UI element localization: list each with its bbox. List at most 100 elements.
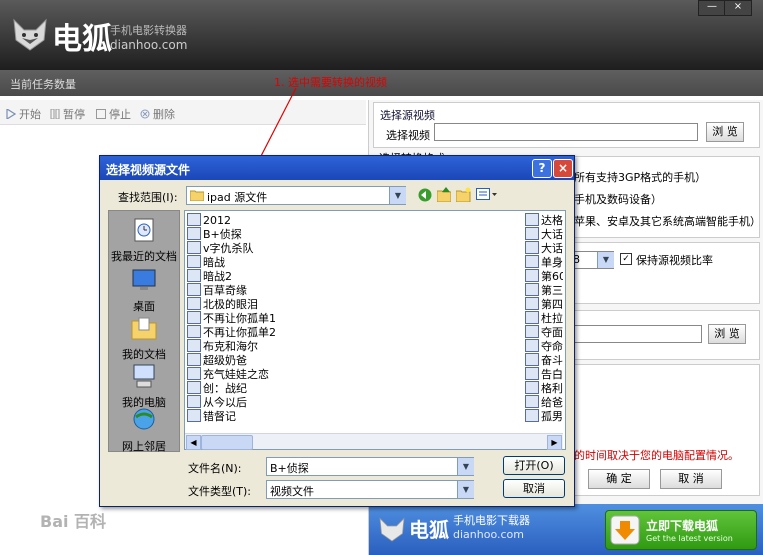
file-item[interactable]: 百草奇缘	[187, 283, 337, 297]
baidu-watermark: Bai 百科	[40, 512, 107, 531]
resolution-select[interactable]: 8 ▼	[570, 251, 614, 269]
video-file-icon	[187, 395, 201, 408]
scroll-right-icon[interactable]: ▶	[547, 435, 562, 450]
fox-logo-icon	[379, 517, 405, 542]
file-item[interactable]: 大话	[525, 241, 563, 255]
video-file-icon	[525, 213, 539, 226]
task-toolbar: 开始 暂停 停止 删除	[0, 100, 366, 125]
video-file-icon	[187, 339, 201, 352]
horizontal-scrollbar[interactable]: ◀ ▶	[185, 433, 563, 450]
file-item[interactable]: v字仇杀队	[187, 241, 337, 255]
file-item[interactable]: 给爸	[525, 395, 563, 409]
video-file-icon	[525, 395, 539, 408]
file-item[interactable]: 充气娃娃之恋	[187, 367, 337, 381]
file-column-2: 达格 大话 大话 单身 第601 第三 第四 杜拉 夺面 夺命 奋斗 告白 格利…	[525, 213, 563, 423]
file-item[interactable]: 奋斗	[525, 353, 563, 367]
view-menu-icon[interactable]	[476, 187, 498, 202]
file-item[interactable]: 告白	[525, 367, 563, 381]
delete-button[interactable]: 删除	[140, 106, 175, 122]
filetype-select[interactable]: 视频文件 ▼	[266, 480, 474, 499]
file-item[interactable]: 第三	[525, 283, 563, 297]
cancel-button[interactable]: 取 消	[660, 469, 722, 489]
video-file-icon	[187, 297, 201, 310]
place-network[interactable]: 网上邻居	[109, 407, 179, 454]
app-header: 电狐 手机电影转换器 dianhoo.com — ×	[0, 0, 763, 70]
pause-label: 暂停	[63, 108, 85, 121]
file-item[interactable]: 暗战	[187, 255, 337, 269]
brand-name: 电狐	[52, 22, 112, 57]
format-option-mp4[interactable]: 手机及数码设备）	[574, 191, 662, 207]
my-computer-icon	[133, 364, 155, 388]
dialog-help-button[interactable]: ?	[532, 159, 552, 178]
file-item[interactable]: 杜拉	[525, 311, 563, 325]
close-button[interactable]: ×	[724, 0, 752, 16]
open-button[interactable]: 打开(O)	[503, 456, 565, 475]
file-item[interactable]: 北极的眼泪	[187, 297, 337, 311]
brand-subtitle: 手机电影转换器	[110, 24, 187, 37]
file-item[interactable]: 第601	[525, 269, 563, 283]
start-button[interactable]: 开始	[6, 106, 41, 122]
stop-button[interactable]: 停止	[96, 106, 131, 122]
minimize-button[interactable]: —	[698, 0, 726, 16]
source-path-input[interactable]	[434, 123, 698, 141]
file-item[interactable]: 布克和海尔	[187, 339, 337, 353]
file-item[interactable]: 不再让你孤单1	[187, 311, 337, 325]
place-documents-label: 我的文档	[122, 348, 166, 361]
new-folder-icon[interactable]	[456, 187, 471, 202]
file-item[interactable]: 错督记	[187, 409, 337, 423]
file-item[interactable]: 2012	[187, 213, 337, 227]
pause-button[interactable]: 暂停	[50, 106, 85, 122]
file-item[interactable]: 夺命	[525, 339, 563, 353]
video-file-icon	[525, 283, 539, 296]
file-item[interactable]: 从今以后	[187, 395, 337, 409]
back-icon[interactable]	[418, 188, 432, 202]
video-file-icon	[525, 311, 539, 324]
chevron-down-icon: ▼	[457, 458, 474, 475]
keep-ratio-checkbox[interactable]: ✓	[620, 253, 632, 265]
recent-documents-icon	[134, 218, 154, 242]
place-documents[interactable]: 我的文档	[109, 315, 179, 362]
video-file-icon	[187, 325, 201, 338]
place-computer[interactable]: 我的电脑	[109, 363, 179, 410]
file-item[interactable]: 大话	[525, 227, 563, 241]
download-now-button[interactable]: 立即下载电狐 Get the latest version	[605, 510, 757, 550]
file-item[interactable]: 达格	[525, 213, 563, 227]
format-option-3gp[interactable]: 所有支持3GP格式的手机）	[574, 169, 706, 185]
video-file-icon	[187, 227, 201, 240]
file-item[interactable]: 超级奶爸	[187, 353, 337, 367]
video-file-icon	[525, 325, 539, 338]
scroll-thumb[interactable]	[201, 435, 253, 450]
place-desktop[interactable]: 桌面	[109, 267, 179, 314]
confirm-button[interactable]: 确 定	[588, 469, 650, 489]
video-file-icon	[525, 297, 539, 310]
dialog-close-button[interactable]: ×	[553, 159, 573, 178]
brand-site: dianhoo.com	[110, 38, 188, 52]
file-item[interactable]: 不再让你孤单2	[187, 325, 337, 339]
look-in-select[interactable]: ipad 源文件 ▼	[186, 186, 406, 205]
file-item[interactable]: B+侦探	[187, 227, 337, 241]
file-item[interactable]: 单身	[525, 255, 563, 269]
scroll-left-icon[interactable]: ◀	[186, 435, 201, 450]
video-file-icon	[525, 241, 539, 254]
browse-output-button[interactable]: 浏 览	[708, 324, 746, 344]
file-item[interactable]: 创：战纪	[187, 381, 337, 395]
source-group-title: 选择源视频	[380, 109, 435, 122]
browse-source-button[interactable]: 浏 览	[706, 122, 744, 142]
file-column-1: 2012 B+侦探 v字仇杀队 暗战 暗战2 百草奇缘 北极的眼泪 不再让你孤单…	[187, 213, 337, 423]
output-path-input[interactable]	[574, 325, 702, 343]
dialog-title: 选择视频源文件	[106, 163, 191, 177]
network-icon	[133, 408, 155, 430]
file-item[interactable]: 第四	[525, 297, 563, 311]
download-now-label: 立即下载电狐	[646, 519, 719, 533]
dialog-cancel-button[interactable]: 取消	[503, 479, 565, 498]
file-item[interactable]: 孤男	[525, 409, 563, 423]
file-item[interactable]: 夺面	[525, 325, 563, 339]
filename-input[interactable]: B+侦探 ▼	[266, 457, 474, 476]
format-option-smart[interactable]: 苹果、安卓及其它系统高端智能手机）	[574, 213, 761, 229]
video-file-icon	[187, 381, 201, 394]
up-folder-icon[interactable]	[437, 187, 451, 202]
file-item[interactable]: 格利	[525, 381, 563, 395]
download-banner: 电狐 手机电影下载器 dianhoo.com 立即下载电狐 Get the la…	[369, 504, 763, 555]
file-item[interactable]: 暗战2	[187, 269, 337, 283]
place-recent[interactable]: 我最近的文档	[109, 217, 179, 264]
